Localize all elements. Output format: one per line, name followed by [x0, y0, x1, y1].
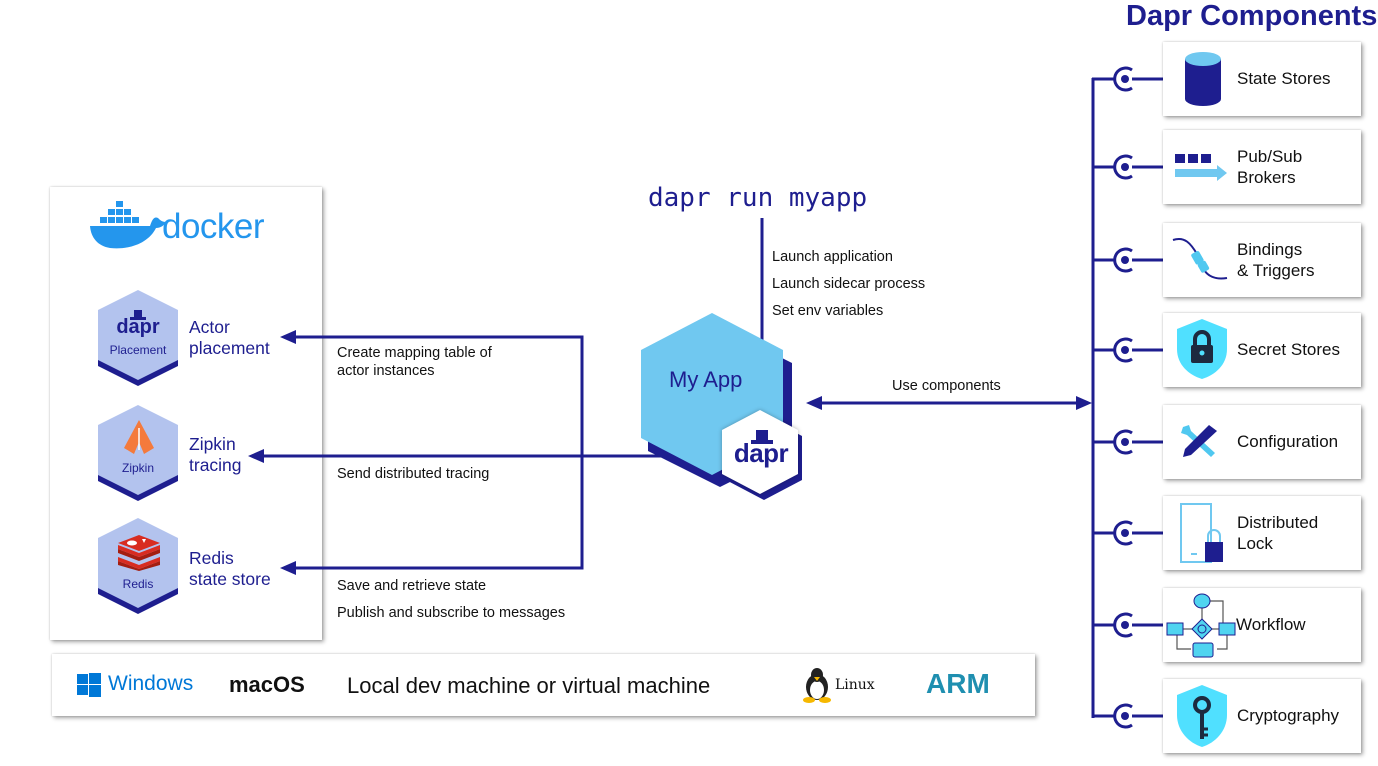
component-label: Workflow: [1236, 614, 1306, 635]
zipkin-arrowhead: [248, 449, 264, 463]
launch-step-1: Launch application: [772, 249, 893, 265]
component-label-line1: Configuration: [1237, 432, 1339, 451]
dapr-run-command: dapr run myapp: [648, 183, 868, 213]
component-label-line2: Lock: [1237, 534, 1273, 553]
component-socket-connector: [1092, 520, 1164, 546]
component-card-distributed: Distributed Lock: [1163, 496, 1361, 570]
component-card-pub-sub: Pub/Sub Brokers: [1163, 130, 1361, 204]
my-app-label: My App: [669, 367, 743, 392]
component-label: Configuration: [1237, 431, 1338, 452]
component-card-state-stores: State Stores: [1163, 42, 1361, 116]
macos-label: macOS: [229, 672, 305, 697]
platform-caption: Local dev machine or virtual machine: [347, 673, 711, 698]
launch-step-2: Launch sidecar process: [772, 276, 926, 292]
component-label-line1: Distributed: [1237, 513, 1319, 532]
use-right-arrowhead: [1076, 396, 1092, 410]
component-label: Pub/Sub Brokers: [1237, 146, 1302, 188]
windows-logo-icon: [77, 673, 101, 697]
component-label: Secret Stores: [1237, 339, 1340, 360]
actor-connector: [290, 335, 584, 570]
component-label: Cryptography: [1237, 705, 1339, 726]
component-label-line1: State Stores: [1237, 69, 1331, 88]
redis-arrowhead: [280, 561, 296, 575]
component-card-configuration: Configuration: [1163, 405, 1361, 479]
component-socket-connector: [1092, 154, 1164, 180]
component-label-line1: Bindings: [1237, 240, 1303, 259]
component-label-line2: & Triggers: [1237, 261, 1315, 280]
component-label-line1: Secret Stores: [1237, 340, 1340, 359]
windows-label: Windows: [108, 672, 194, 695]
component-label: State Stores: [1237, 68, 1331, 89]
component-label: Bindings & Triggers: [1237, 239, 1314, 281]
arm-label: ARM: [926, 668, 990, 699]
linux-label: Linux: [835, 677, 875, 693]
component-label-line1: Cryptography: [1237, 706, 1340, 725]
actor-flow-line2: actor instances: [337, 363, 435, 379]
component-label-line2: Brokers: [1237, 168, 1296, 187]
linux-tux-icon: [803, 668, 831, 703]
component-card-cryptography: Cryptography: [1163, 679, 1361, 753]
component-socket-connector: [1092, 247, 1164, 273]
component-socket-connector: [1092, 337, 1164, 363]
component-card-secret-stores: Secret Stores: [1163, 313, 1361, 387]
component-label-line1: Pub/Sub: [1237, 147, 1303, 166]
component-socket-connector: [1092, 612, 1164, 638]
actor-arrowhead: [280, 330, 296, 344]
state-flow-line1: Save and retrieve state: [337, 578, 487, 594]
tracing-flow-label: Send distributed tracing: [337, 466, 490, 482]
state-flow-line2: Publish and subscribe to messages: [337, 605, 566, 621]
actor-flow-line1: Create mapping table of: [337, 345, 492, 361]
component-socket-connector: [1092, 429, 1164, 455]
component-socket-connector: [1092, 66, 1164, 92]
component-label-line1: Workflow: [1236, 615, 1306, 634]
component-label: Distributed Lock: [1237, 512, 1318, 554]
component-socket-connector: [1092, 703, 1164, 729]
use-components-label: Use components: [892, 378, 1001, 394]
component-card-workflow: Workflow: [1163, 588, 1361, 662]
dapr-sidecar-label: dapr: [733, 438, 789, 468]
component-card-bindings: Bindings & Triggers: [1163, 223, 1361, 297]
